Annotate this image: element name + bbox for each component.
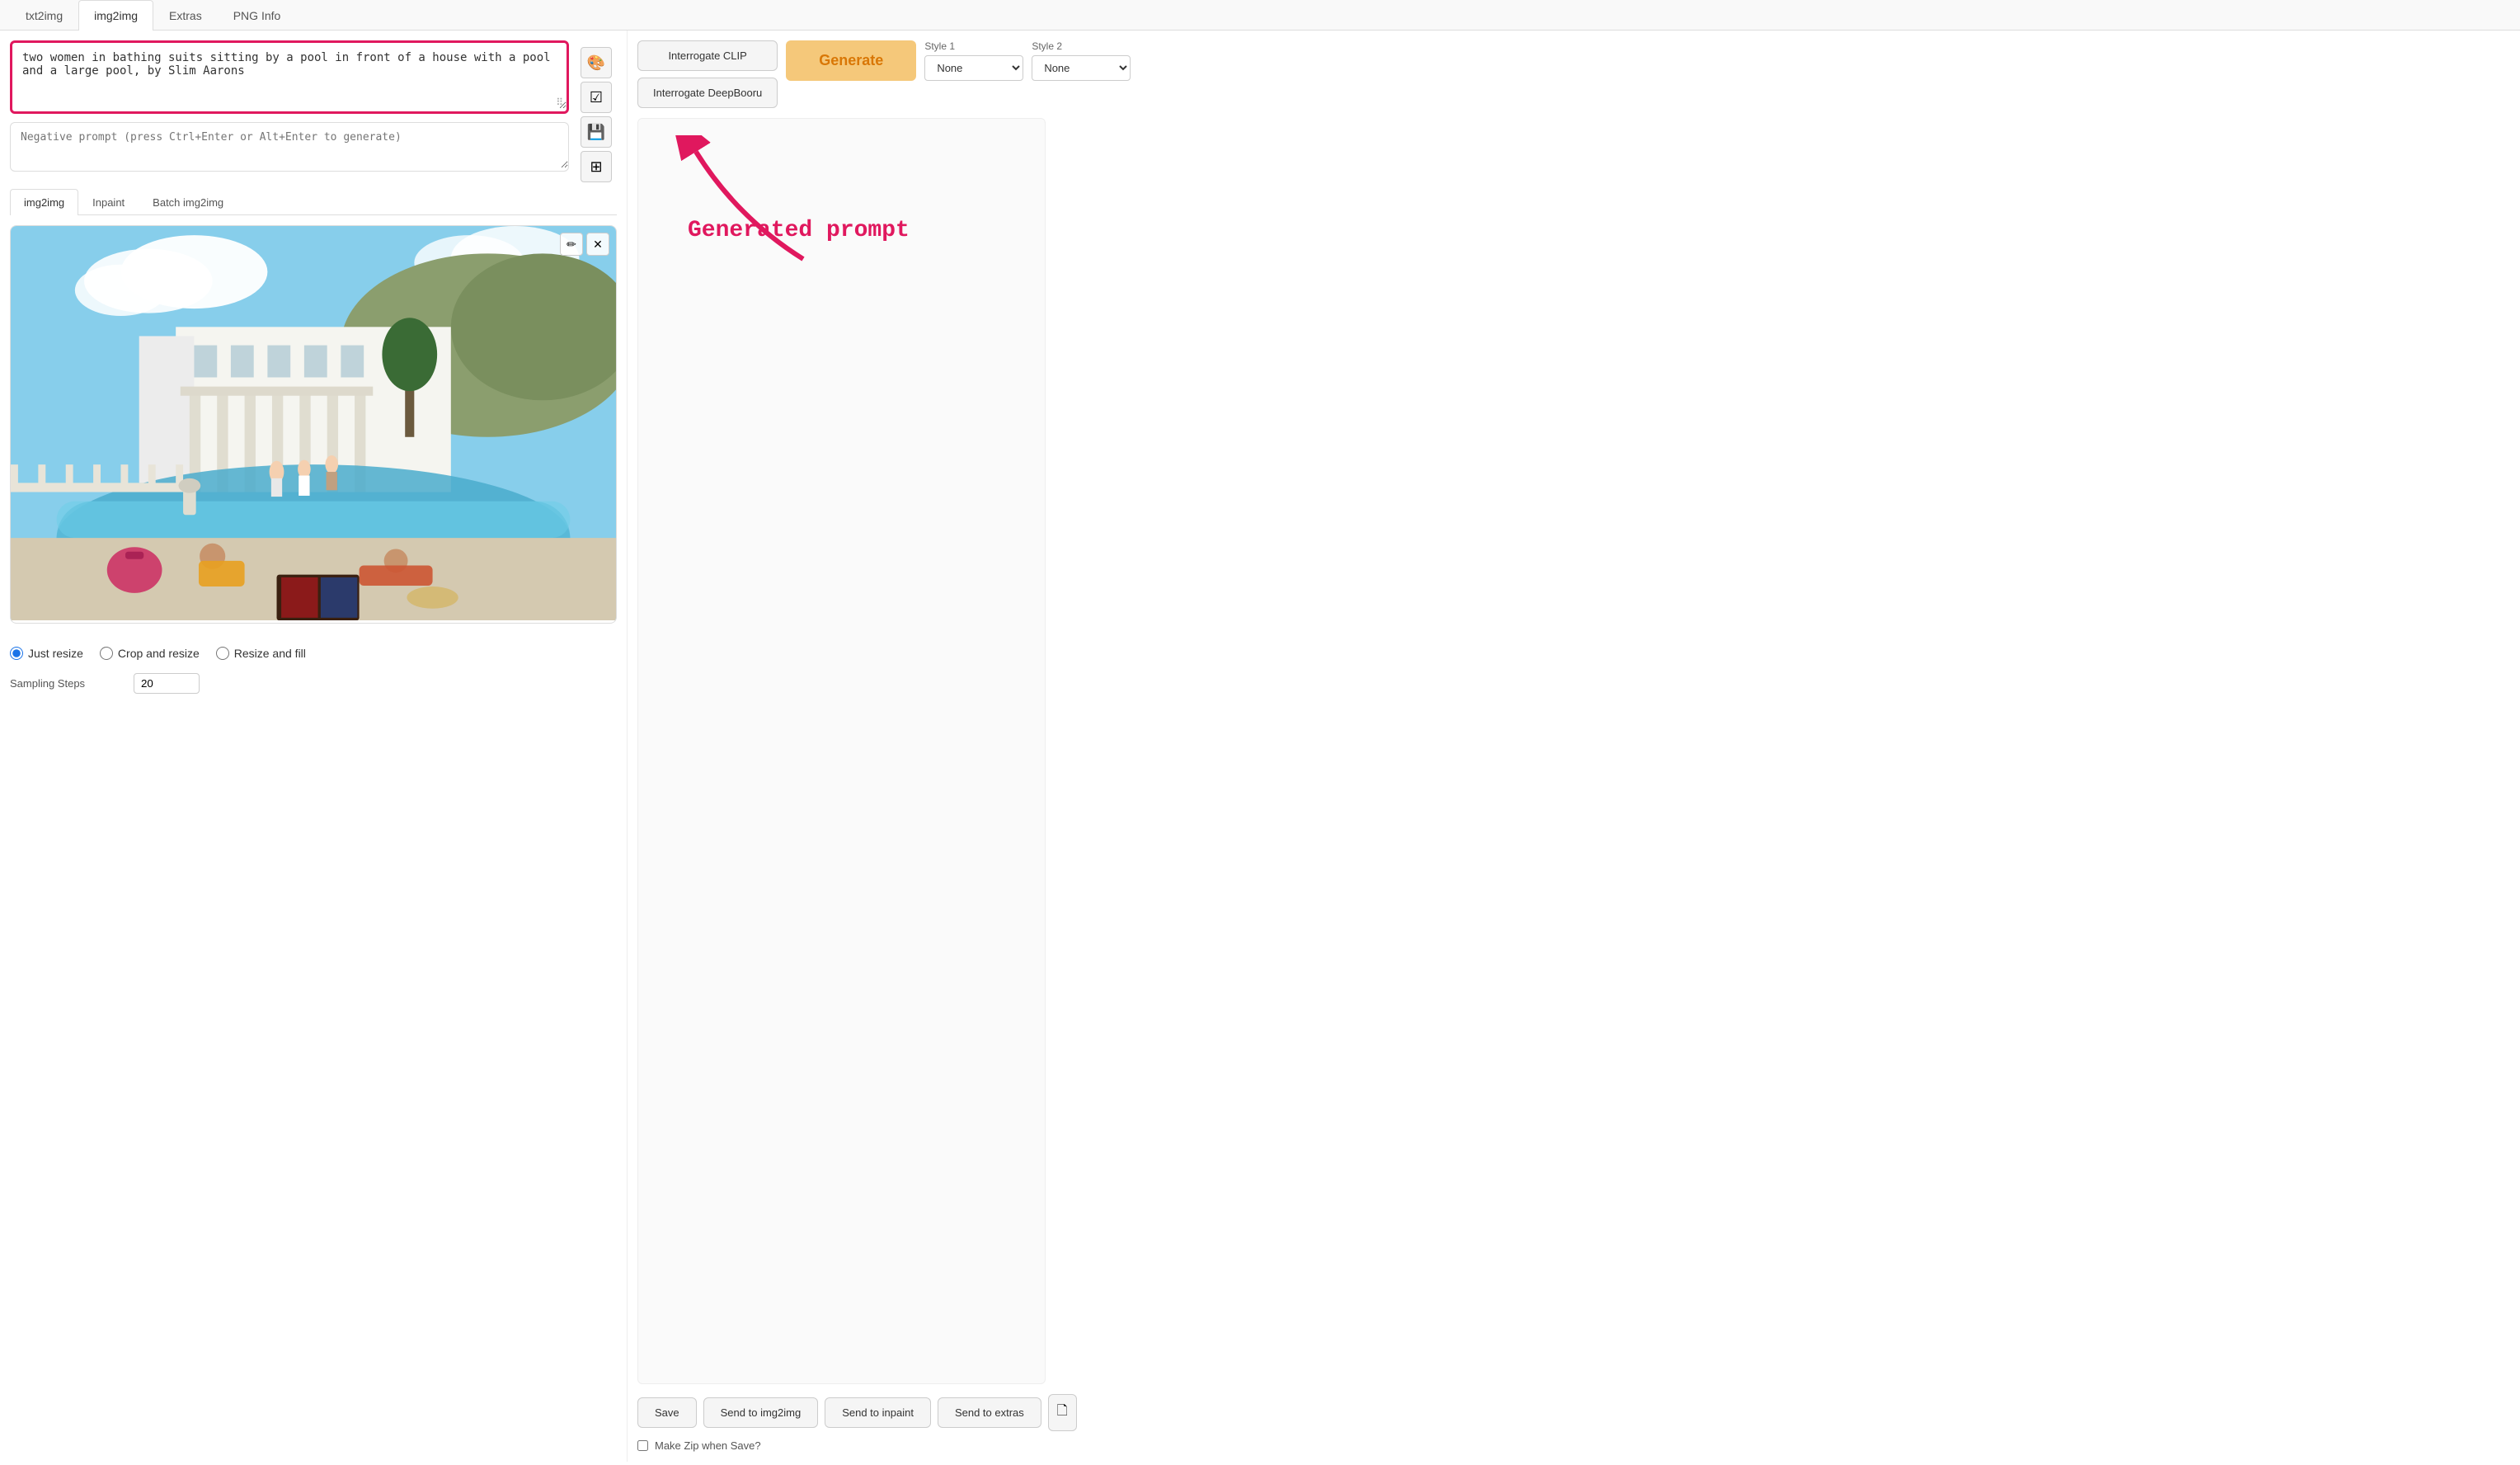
image-overlay-buttons: ✏ ✕ — [560, 233, 609, 256]
style1-group: Style 1 None — [924, 40, 1023, 81]
resize-label-resize-fill: Resize and fill — [234, 647, 306, 660]
prompt-wrapper: ⠿ 🎨 ☑ 💾 ⊞ — [10, 40, 617, 189]
style1-label: Style 1 — [924, 40, 1023, 52]
make-zip-checkbox[interactable] — [637, 1440, 648, 1451]
copy-button[interactable]: 🗋 — [1048, 1394, 1077, 1431]
check-icon: ☑ — [590, 89, 603, 106]
edit-image-btn[interactable]: ✏ — [560, 233, 583, 256]
positive-prompt-section: ⠿ — [10, 40, 569, 114]
side-icons-panel: 🎨 ☑ 💾 ⊞ — [576, 40, 617, 189]
resize-radio-resize-fill[interactable] — [216, 647, 229, 660]
left-panel: ⠿ 🎨 ☑ 💾 ⊞ — [0, 31, 627, 1462]
save-button[interactable]: Save — [637, 1397, 697, 1428]
sub-tab-img2img[interactable]: img2img — [10, 189, 78, 215]
resize-options: Just resize Crop and resize Resize and f… — [10, 637, 617, 670]
interrogate-section: Interrogate CLIP Interrogate DeepBooru — [637, 40, 778, 108]
paint-icon: 🎨 — [587, 54, 605, 72]
main-tab-bar: txt2img img2img Extras PNG Info — [0, 0, 2520, 31]
copy-icon: 🗋 — [1057, 1404, 1068, 1418]
sampling-steps-label: Sampling Steps — [10, 677, 125, 690]
send-extras-button[interactable]: Send to extras — [938, 1397, 1041, 1428]
output-inner: Generated prompt — [638, 119, 1045, 1383]
negative-prompt-section — [10, 122, 569, 172]
style-row: Style 1 None Style 2 None — [924, 40, 1056, 81]
send-img2img-button[interactable]: Send to img2img — [703, 1397, 819, 1428]
resize-handle: ⠿ — [556, 97, 563, 108]
bottom-buttons: Save Send to img2img Send to inpaint Sen… — [637, 1394, 1046, 1431]
sampling-steps-input[interactable] — [134, 673, 200, 694]
generate-button[interactable]: Generate — [786, 40, 916, 81]
style2-label: Style 2 — [1032, 40, 1131, 52]
close-icon: ✕ — [593, 238, 603, 252]
image-upload-area[interactable]: ✏ ✕ — [10, 225, 617, 624]
resize-radio-crop-resize[interactable] — [100, 647, 113, 660]
image-container: ✏ ✕ — [11, 226, 616, 623]
uploaded-image — [11, 226, 616, 620]
save-icon-btn[interactable]: 💾 — [581, 116, 612, 148]
resize-radio-just-resize[interactable] — [10, 647, 23, 660]
pencil-icon: ✏ — [567, 238, 576, 252]
interrogate-deepbooru-button[interactable]: Interrogate DeepBooru — [637, 78, 778, 108]
resize-label-crop-resize: Crop and resize — [118, 647, 200, 660]
sampling-steps-row: Sampling Steps — [10, 670, 617, 697]
prompt-input-area: ⠿ — [10, 40, 569, 189]
tab-png-info[interactable]: PNG Info — [218, 0, 297, 31]
style2-select[interactable]: None — [1032, 55, 1131, 81]
close-image-btn[interactable]: ✕ — [586, 233, 609, 256]
paint-icon-btn[interactable]: 🎨 — [581, 47, 612, 78]
sub-tab-bar: img2img Inpaint Batch img2img — [10, 189, 617, 215]
make-zip-label: Make Zip when Save? — [655, 1439, 761, 1452]
annotation-arrow — [671, 135, 836, 284]
positive-prompt-input[interactable] — [12, 43, 567, 109]
right-panel: Interrogate CLIP Interrogate DeepBooru G… — [627, 31, 1055, 1462]
send-inpaint-button[interactable]: Send to inpaint — [825, 1397, 931, 1428]
save-icon: 💾 — [587, 124, 605, 141]
output-area: Generated prompt — [637, 118, 1046, 1384]
resize-label-just-resize: Just resize — [28, 647, 83, 660]
check-icon-btn[interactable]: ☑ — [581, 82, 612, 113]
main-container: ⠿ 🎨 ☑ 💾 ⊞ — [0, 31, 2520, 1462]
tab-extras[interactable]: Extras — [153, 0, 218, 31]
annotation-text: Generated prompt — [688, 218, 910, 243]
resize-option-resize-fill[interactable]: Resize and fill — [216, 647, 306, 660]
resize-option-crop-resize[interactable]: Crop and resize — [100, 647, 200, 660]
tab-img2img[interactable]: img2img — [78, 0, 153, 31]
sub-tab-batch-img2img[interactable]: Batch img2img — [139, 189, 237, 215]
interrogate-clip-button[interactable]: Interrogate CLIP — [637, 40, 778, 71]
style2-group: Style 2 None — [1032, 40, 1131, 81]
make-zip-row: Make Zip when Save? — [637, 1439, 1046, 1452]
negative-prompt-input[interactable] — [11, 123, 568, 168]
tab-txt2img[interactable]: txt2img — [10, 0, 78, 31]
style-section: Style 1 None Style 2 None — [924, 40, 1056, 81]
resize-option-just-resize[interactable]: Just resize — [10, 647, 83, 660]
top-right-controls: Interrogate CLIP Interrogate DeepBooru G… — [637, 40, 1046, 108]
grid-icon-btn[interactable]: ⊞ — [581, 151, 612, 182]
style1-select[interactable]: None — [924, 55, 1023, 81]
sub-tab-inpaint[interactable]: Inpaint — [78, 189, 139, 215]
grid-icon: ⊞ — [590, 158, 602, 176]
